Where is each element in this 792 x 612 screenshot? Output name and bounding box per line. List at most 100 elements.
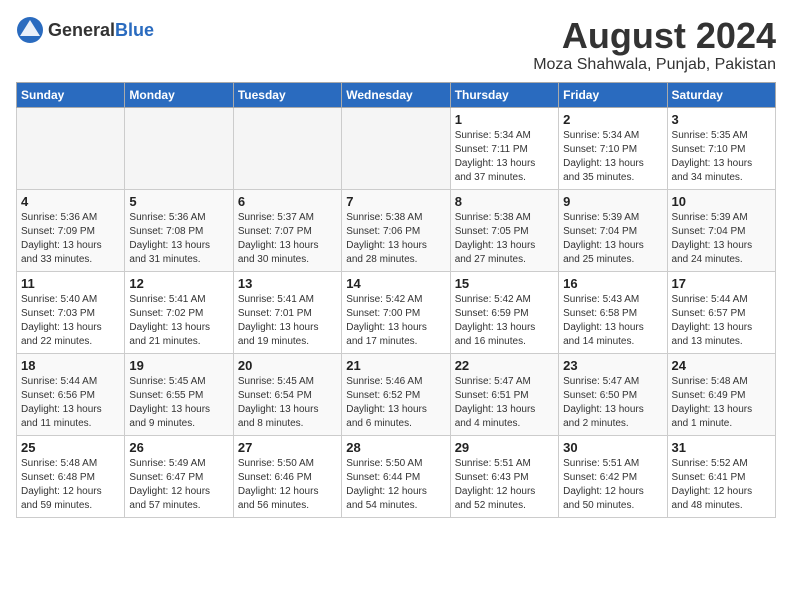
day-number: 9 xyxy=(563,194,662,209)
day-number: 3 xyxy=(672,112,771,127)
calendar-day-cell: 11 Sunrise: 5:40 AM Sunset: 7:03 PM Dayli… xyxy=(17,271,125,353)
calendar-day-cell xyxy=(342,107,450,189)
calendar-day-cell: 29 Sunrise: 5:51 AM Sunset: 6:43 PM Dayli… xyxy=(450,435,558,517)
day-info: Sunrise: 5:41 AM Sunset: 7:01 PM Dayligh… xyxy=(238,293,337,349)
calendar-day-cell: 28Sunrise: 5:50 AM Sunset: 6:44 PM Dayli… xyxy=(342,435,450,517)
day-info: Sunrise: 5:35 AM Sunset: 7:10 PM Dayligh… xyxy=(672,129,771,185)
calendar-day-cell: 22Sunrise: 5:47 AM Sunset: 6:51 PM Dayli… xyxy=(450,353,558,435)
day-info: Sunrise: 5:47 AM Sunset: 6:51 PM Dayligh… xyxy=(455,375,554,431)
calendar-table: SundayMondayTuesdayWednesdayThursdayFrid… xyxy=(16,82,776,518)
day-info: Sunrise: 5:49 AM Sunset: 6:47 PM Dayligh… xyxy=(129,457,228,513)
calendar-day-cell: 30Sunrise: 5:51 AM Sunset: 6:42 PM Dayli… xyxy=(559,435,667,517)
day-info: Sunrise: 5:36 AM Sunset: 7:08 PM Dayligh… xyxy=(129,211,228,267)
calendar-day-cell: 23Sunrise: 5:47 AM Sunset: 6:50 PM Dayli… xyxy=(559,353,667,435)
day-number: 27 xyxy=(238,440,337,455)
calendar-day-cell: 1 Sunrise: 5:34 AM Sunset: 7:11 PM Daylig… xyxy=(450,107,558,189)
weekday-header-cell: Friday xyxy=(559,82,667,107)
calendar-week-row: 1 Sunrise: 5:34 AM Sunset: 7:11 PM Daylig… xyxy=(17,107,776,189)
day-info: Sunrise: 5:50 AM Sunset: 6:46 PM Dayligh… xyxy=(238,457,337,513)
day-number: 30 xyxy=(563,440,662,455)
day-info: Sunrise: 5:45 AM Sunset: 6:55 PM Dayligh… xyxy=(129,375,228,431)
day-number: 29 xyxy=(455,440,554,455)
day-number: 18 xyxy=(21,358,120,373)
weekday-header-cell: Thursday xyxy=(450,82,558,107)
day-number: 8 xyxy=(455,194,554,209)
calendar-day-cell: 16Sunrise: 5:43 AM Sunset: 6:58 PM Dayli… xyxy=(559,271,667,353)
weekday-header-row: SundayMondayTuesdayWednesdayThursdayFrid… xyxy=(17,82,776,107)
day-info: Sunrise: 5:39 AM Sunset: 7:04 PM Dayligh… xyxy=(563,211,662,267)
calendar-day-cell: 10 Sunrise: 5:39 AM Sunset: 7:04 PM Dayli… xyxy=(667,189,775,271)
day-info: Sunrise: 5:42 AM Sunset: 7:00 PM Dayligh… xyxy=(346,293,445,349)
day-number: 21 xyxy=(346,358,445,373)
day-number: 5 xyxy=(129,194,228,209)
day-info: Sunrise: 5:51 AM Sunset: 6:43 PM Dayligh… xyxy=(455,457,554,513)
calendar-day-cell: 14 Sunrise: 5:42 AM Sunset: 7:00 PM Dayli… xyxy=(342,271,450,353)
day-info: Sunrise: 5:37 AM Sunset: 7:07 PM Dayligh… xyxy=(238,211,337,267)
day-info: Sunrise: 5:48 AM Sunset: 6:48 PM Dayligh… xyxy=(21,457,120,513)
day-number: 11 xyxy=(21,276,120,291)
day-number: 17 xyxy=(672,276,771,291)
calendar-day-cell: 15Sunrise: 5:42 AM Sunset: 6:59 PM Dayli… xyxy=(450,271,558,353)
day-info: Sunrise: 5:34 AM Sunset: 7:11 PM Dayligh… xyxy=(455,129,554,185)
calendar-day-cell: 24 Sunrise: 5:48 AM Sunset: 6:49 PM Dayli… xyxy=(667,353,775,435)
day-number: 13 xyxy=(238,276,337,291)
day-info: Sunrise: 5:40 AM Sunset: 7:03 PM Dayligh… xyxy=(21,293,120,349)
day-number: 10 xyxy=(672,194,771,209)
day-number: 20 xyxy=(238,358,337,373)
day-number: 14 xyxy=(346,276,445,291)
calendar-week-row: 18 Sunrise: 5:44 AM Sunset: 6:56 PM Dayli… xyxy=(17,353,776,435)
day-number: 19 xyxy=(129,358,228,373)
calendar-day-cell: 7Sunrise: 5:38 AM Sunset: 7:06 PM Daylig… xyxy=(342,189,450,271)
weekday-header-cell: Saturday xyxy=(667,82,775,107)
day-info: Sunrise: 5:38 AM Sunset: 7:05 PM Dayligh… xyxy=(455,211,554,267)
day-number: 2 xyxy=(563,112,662,127)
calendar-day-cell: 13 Sunrise: 5:41 AM Sunset: 7:01 PM Dayli… xyxy=(233,271,341,353)
calendar-day-cell: 2 Sunrise: 5:34 AM Sunset: 7:10 PM Daylig… xyxy=(559,107,667,189)
calendar-day-cell: 4 Sunrise: 5:36 AM Sunset: 7:09 PM Daylig… xyxy=(17,189,125,271)
logo-general: General xyxy=(48,20,115,40)
calendar-day-cell: 9 Sunrise: 5:39 AM Sunset: 7:04 PM Daylig… xyxy=(559,189,667,271)
day-info: Sunrise: 5:47 AM Sunset: 6:50 PM Dayligh… xyxy=(563,375,662,431)
day-info: Sunrise: 5:52 AM Sunset: 6:41 PM Dayligh… xyxy=(672,457,771,513)
day-number: 24 xyxy=(672,358,771,373)
calendar-day-cell: 20 Sunrise: 5:45 AM Sunset: 6:54 PM Dayli… xyxy=(233,353,341,435)
weekday-header-cell: Monday xyxy=(125,82,233,107)
page-header: GeneralBlue August 2024 Moza Shahwala, P… xyxy=(16,16,776,74)
calendar-week-row: 25Sunrise: 5:48 AM Sunset: 6:48 PM Dayli… xyxy=(17,435,776,517)
day-info: Sunrise: 5:39 AM Sunset: 7:04 PM Dayligh… xyxy=(672,211,771,267)
day-number: 31 xyxy=(672,440,771,455)
weekday-header-cell: Wednesday xyxy=(342,82,450,107)
day-number: 6 xyxy=(238,194,337,209)
title-block: August 2024 Moza Shahwala, Punjab, Pakis… xyxy=(533,16,776,74)
calendar-day-cell xyxy=(17,107,125,189)
page-title: August 2024 xyxy=(533,16,776,56)
day-info: Sunrise: 5:36 AM Sunset: 7:09 PM Dayligh… xyxy=(21,211,120,267)
calendar-day-cell: 6 Sunrise: 5:37 AM Sunset: 7:07 PM Daylig… xyxy=(233,189,341,271)
calendar-day-cell: 31 Sunrise: 5:52 AM Sunset: 6:41 PM Dayli… xyxy=(667,435,775,517)
logo-blue: Blue xyxy=(115,20,154,40)
day-number: 4 xyxy=(21,194,120,209)
page-subtitle: Moza Shahwala, Punjab, Pakistan xyxy=(533,56,776,74)
day-info: Sunrise: 5:41 AM Sunset: 7:02 PM Dayligh… xyxy=(129,293,228,349)
day-number: 7 xyxy=(346,194,445,209)
calendar-day-cell: 5 Sunrise: 5:36 AM Sunset: 7:08 PM Daylig… xyxy=(125,189,233,271)
calendar-week-row: 11 Sunrise: 5:40 AM Sunset: 7:03 PM Dayli… xyxy=(17,271,776,353)
day-info: Sunrise: 5:46 AM Sunset: 6:52 PM Dayligh… xyxy=(346,375,445,431)
calendar-day-cell: 17 Sunrise: 5:44 AM Sunset: 6:57 PM Dayli… xyxy=(667,271,775,353)
calendar-day-cell: 19 Sunrise: 5:45 AM Sunset: 6:55 PM Dayli… xyxy=(125,353,233,435)
day-info: Sunrise: 5:50 AM Sunset: 6:44 PM Dayligh… xyxy=(346,457,445,513)
calendar-day-cell xyxy=(125,107,233,189)
day-info: Sunrise: 5:45 AM Sunset: 6:54 PM Dayligh… xyxy=(238,375,337,431)
day-info: Sunrise: 5:44 AM Sunset: 6:56 PM Dayligh… xyxy=(21,375,120,431)
day-number: 1 xyxy=(455,112,554,127)
calendar-week-row: 4 Sunrise: 5:36 AM Sunset: 7:09 PM Daylig… xyxy=(17,189,776,271)
day-info: Sunrise: 5:34 AM Sunset: 7:10 PM Dayligh… xyxy=(563,129,662,185)
day-info: Sunrise: 5:44 AM Sunset: 6:57 PM Dayligh… xyxy=(672,293,771,349)
day-number: 15 xyxy=(455,276,554,291)
day-info: Sunrise: 5:48 AM Sunset: 6:49 PM Dayligh… xyxy=(672,375,771,431)
calendar-day-cell: 8 Sunrise: 5:38 AM Sunset: 7:05 PM Daylig… xyxy=(450,189,558,271)
calendar-day-cell: 21 Sunrise: 5:46 AM Sunset: 6:52 PM Dayli… xyxy=(342,353,450,435)
logo: GeneralBlue xyxy=(16,16,154,44)
calendar-day-cell: 18 Sunrise: 5:44 AM Sunset: 6:56 PM Dayli… xyxy=(17,353,125,435)
day-number: 12 xyxy=(129,276,228,291)
